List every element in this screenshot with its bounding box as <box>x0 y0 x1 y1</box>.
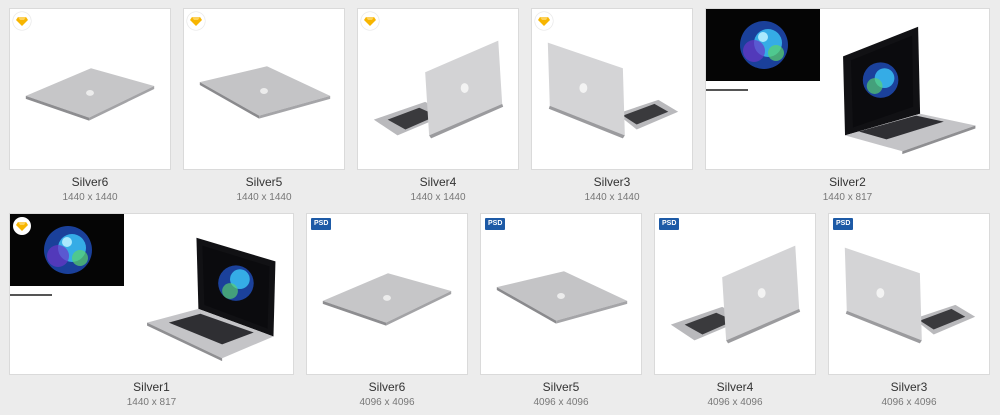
file-name: Silver4 <box>419 175 457 189</box>
psd-badge: PSD <box>485 218 506 230</box>
file-card-silver3-4096[interactable]: PSD Silver3 4096 x 4096 <box>828 213 990 409</box>
file-dimensions: 1440 x 1440 <box>62 192 118 203</box>
file-name: Silver6 <box>71 175 109 189</box>
file-name: Silver3 <box>593 175 631 189</box>
thumbnail-closed-angled: PSD <box>480 213 642 375</box>
thumbnail-closed-flat: PSD <box>306 213 468 375</box>
sketch-diamond-icon <box>535 12 553 30</box>
file-dimensions: 4096 x 4096 <box>707 397 763 408</box>
thumbnail-open-front-wide <box>705 8 990 170</box>
thumbnail-open-back-left <box>531 8 693 170</box>
file-card-silver3-1440[interactable]: Silver3 1440 x 1440 <box>531 8 693 204</box>
laptop-open-back-image <box>547 42 679 139</box>
file-dimensions: 1440 x 817 <box>126 397 177 408</box>
file-card-silver5-4096[interactable]: PSD Silver5 4096 x 4096 <box>480 213 642 409</box>
psd-badge: PSD <box>833 218 854 230</box>
laptop-open-back-image <box>373 40 504 139</box>
file-name: Silver3 <box>890 380 928 394</box>
wallpaper-inset-image <box>706 9 820 81</box>
thumbnail-open-back-left: PSD <box>828 213 990 375</box>
laptop-closed-image <box>25 68 155 121</box>
file-name: Silver5 <box>542 380 580 394</box>
file-dimensions: 1440 x 1440 <box>410 192 466 203</box>
laptop-open-back-image <box>844 247 976 344</box>
thumbnail-open-front-wide <box>9 213 294 375</box>
thumbnail-closed-flat <box>9 8 171 170</box>
sketch-diamond-icon <box>361 12 379 30</box>
file-name: Silver6 <box>368 380 406 394</box>
thumbnail-closed-angled <box>183 8 345 170</box>
file-card-silver6-4096[interactable]: PSD Silver6 4096 x 4096 <box>306 213 468 409</box>
file-card-silver2-1440x817[interactable]: Silver2 1440 x 817 <box>705 8 990 204</box>
thumbnail-open-back: PSD <box>654 213 816 375</box>
file-card-silver5-1440[interactable]: Silver5 1440 x 1440 <box>183 8 345 204</box>
sketch-diamond-icon <box>187 12 205 30</box>
psd-badge: PSD <box>311 218 332 230</box>
file-name: Silver2 <box>829 175 866 189</box>
sketch-diamond-icon <box>13 217 31 235</box>
file-dimensions: 4096 x 4096 <box>533 397 589 408</box>
file-dimensions: 4096 x 4096 <box>359 397 415 408</box>
file-dimensions: 1440 x 1440 <box>236 192 292 203</box>
laptop-closed-image <box>496 271 628 324</box>
file-card-silver4-1440[interactable]: Silver4 1440 x 1440 <box>357 8 519 204</box>
sketch-diamond-icon <box>13 12 31 30</box>
file-card-silver4-4096[interactable]: PSD Silver4 4096 x 4096 <box>654 213 816 409</box>
laptop-closed-image <box>322 273 452 326</box>
file-name: Silver4 <box>716 380 754 394</box>
file-name: Silver5 <box>245 175 283 189</box>
file-card-silver6-1440[interactable]: Silver6 1440 x 1440 <box>9 8 171 204</box>
file-dimensions: 1440 x 1440 <box>584 192 640 203</box>
psd-badge: PSD <box>659 218 680 230</box>
laptop-open-back-image <box>670 245 801 344</box>
file-card-silver1-1440x817[interactable]: Silver1 1440 x 817 <box>9 213 294 409</box>
file-dimensions: 4096 x 4096 <box>881 397 937 408</box>
laptop-closed-image <box>199 66 331 119</box>
file-name: Silver1 <box>133 380 170 394</box>
thumbnail-open-back <box>357 8 519 170</box>
file-dimensions: 1440 x 817 <box>822 192 873 203</box>
